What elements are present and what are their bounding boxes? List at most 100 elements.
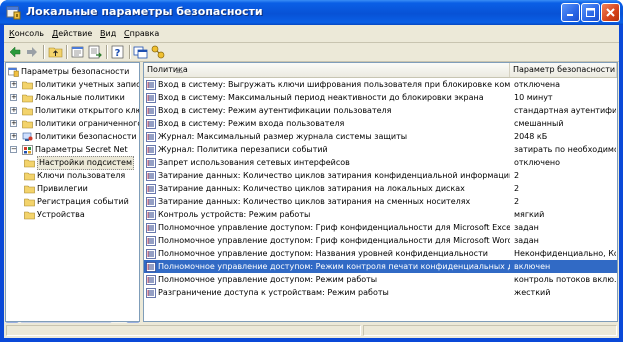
maximize-icon bbox=[586, 8, 595, 17]
column-header-setting[interactable]: Параметр безопасности bbox=[510, 63, 617, 77]
collapse-icon[interactable]: − bbox=[10, 146, 17, 153]
policy-icon bbox=[146, 106, 156, 116]
column-header-policy[interactable]: Политика bbox=[144, 63, 510, 77]
policy-setting-cell: Неконфиденциально, Ко... bbox=[514, 249, 616, 258]
policy-name-cell: Разграничение доступа к устройствам: Реж… bbox=[158, 288, 389, 297]
policy-row[interactable]: Вход в систему: Выгружать ключи шифрован… bbox=[144, 78, 617, 91]
policy-row[interactable]: Полномочное управление доступом: Режим к… bbox=[144, 260, 617, 273]
policy-name-cell: Полномочное управление доступом: Гриф ко… bbox=[158, 223, 510, 232]
policy-name-cell: Затирание данных: Количество циклов зати… bbox=[158, 171, 510, 180]
expand-icon[interactable]: + bbox=[10, 133, 17, 140]
policy-setting-cell: смешанный bbox=[514, 119, 564, 128]
expand-icon[interactable]: + bbox=[10, 107, 17, 114]
properties-icon[interactable] bbox=[70, 44, 86, 60]
policy-row[interactable]: Затирание данных: Количество циклов зати… bbox=[144, 182, 617, 195]
policy-name-cell: Полномочное управление доступом: Режим р… bbox=[158, 275, 378, 284]
policy-setting-cell: 2 bbox=[514, 171, 520, 180]
toolbar-separator bbox=[106, 45, 108, 59]
policy-setting-cell: затирать по необходимо... bbox=[514, 145, 616, 154]
folder-icon bbox=[24, 198, 35, 207]
policy-setting-cell: 2 bbox=[514, 184, 520, 193]
policy-icon bbox=[146, 145, 156, 155]
policy-row[interactable]: Полномочное управление доступом: Гриф ко… bbox=[144, 221, 617, 234]
policy-row[interactable]: Затирание данных: Количество циклов зати… bbox=[144, 195, 617, 208]
close-button[interactable] bbox=[601, 3, 620, 22]
policy-row[interactable]: Контроль устройств: Режим работы мягкий bbox=[144, 208, 617, 221]
policy-row[interactable]: Запрет использования сетевых интерфейсов… bbox=[144, 156, 617, 169]
tree-item-label: Политики учетных записей bbox=[35, 80, 140, 89]
policy-name-cell: Журнал: Политика перезаписи событий bbox=[158, 145, 328, 154]
key-settings-icon[interactable] bbox=[150, 44, 166, 60]
policy-icon bbox=[146, 93, 156, 103]
policy-setting-cell: включен bbox=[514, 262, 551, 271]
close-icon bbox=[606, 8, 615, 17]
policy-row[interactable]: Журнал: Политика перезаписи событий затир… bbox=[144, 143, 617, 156]
tree-item-label: Политики ограниченного использования про… bbox=[35, 119, 140, 128]
console-icon[interactable] bbox=[133, 44, 149, 60]
expand-icon[interactable]: + bbox=[10, 81, 17, 88]
folder-icon bbox=[24, 172, 35, 181]
secret-net-icon bbox=[22, 145, 33, 155]
help-icon[interactable]: ? bbox=[110, 44, 126, 60]
policy-setting-cell: 2 bbox=[514, 197, 520, 206]
up-folder-icon[interactable] bbox=[48, 44, 64, 60]
menu-help[interactable]: Справка bbox=[124, 27, 159, 40]
policy-icon bbox=[146, 197, 156, 207]
security-settings-icon bbox=[8, 67, 19, 77]
folder-icon bbox=[22, 81, 33, 90]
policy-row[interactable]: Полномочное управление доступом: Названи… bbox=[144, 247, 617, 260]
policy-name-cell: Вход в систему: Режим аутентификации пол… bbox=[158, 106, 392, 115]
policy-name-cell: Вход в систему: Максимальный период неак… bbox=[158, 93, 484, 102]
policy-icon bbox=[146, 210, 156, 220]
policy-setting-cell: 2048 кБ bbox=[514, 132, 548, 141]
policy-name-cell: Вход в систему: Режим входа пользователя bbox=[158, 119, 345, 128]
policy-row[interactable]: Затирание данных: Количество циклов зати… bbox=[144, 169, 617, 182]
policy-icon bbox=[146, 223, 156, 233]
policy-row[interactable]: Разграничение доступа к устройствам: Реж… bbox=[144, 286, 617, 299]
policy-name-cell: Вход в систему: Выгружать ключи шифрован… bbox=[158, 80, 510, 89]
policy-list[interactable]: Политика Параметр безопасности Вход в си… bbox=[143, 62, 618, 322]
policy-icon bbox=[146, 249, 156, 259]
tree-root-label: Параметры безопасности bbox=[21, 67, 130, 76]
policy-row[interactable]: Журнал: Максимальный размер журнала сист… bbox=[144, 130, 617, 143]
menu-view[interactable]: Вид bbox=[100, 27, 116, 40]
tree-item-label: Локальные политики bbox=[35, 93, 125, 102]
security-app-icon bbox=[6, 6, 21, 20]
export-list-icon[interactable] bbox=[87, 44, 103, 60]
svg-text:?: ? bbox=[115, 48, 121, 59]
window-body: Консоль Действие Вид Справка ? Параметры… bbox=[4, 25, 619, 338]
folder-icon bbox=[22, 120, 33, 129]
policy-icon bbox=[146, 158, 156, 168]
folder-icon bbox=[24, 211, 35, 220]
policy-setting-cell: 10 минут bbox=[514, 93, 553, 102]
status-bar bbox=[4, 323, 619, 338]
expand-icon[interactable]: + bbox=[10, 94, 17, 101]
policy-row[interactable]: Вход в систему: Режим входа пользователя… bbox=[144, 117, 617, 130]
policy-icon bbox=[146, 262, 156, 272]
ip-security-icon bbox=[22, 132, 33, 141]
policy-setting-cell: задан bbox=[514, 236, 539, 245]
policy-row[interactable]: Вход в систему: Максимальный период неак… bbox=[144, 91, 617, 104]
menu-console[interactable]: Консоль bbox=[9, 27, 44, 40]
forward-icon[interactable] bbox=[24, 44, 40, 60]
expand-icon[interactable]: + bbox=[10, 120, 17, 127]
toolbar-separator bbox=[43, 45, 45, 59]
policy-name-cell: Полномочное управление доступом: Гриф ко… bbox=[158, 236, 510, 245]
policy-row[interactable]: Полномочное управление доступом: Режим р… bbox=[144, 273, 617, 286]
policy-setting-cell: стандартная аутентифи... bbox=[514, 106, 616, 115]
list-header: Политика Параметр безопасности bbox=[144, 63, 617, 78]
policy-name-cell: Затирание данных: Количество циклов зати… bbox=[158, 184, 465, 193]
maximize-button[interactable] bbox=[581, 3, 600, 22]
policy-setting-cell: отключено bbox=[514, 158, 561, 167]
minimize-button[interactable] bbox=[561, 3, 580, 22]
status-cell-secondary bbox=[363, 325, 617, 336]
folder-icon bbox=[22, 107, 33, 116]
tree-pane[interactable]: Параметры безопасности + Политики учетны… bbox=[5, 62, 140, 322]
policy-row[interactable]: Полномочное управление доступом: Гриф ко… bbox=[144, 234, 617, 247]
back-icon[interactable] bbox=[7, 44, 23, 60]
policy-row[interactable]: Вход в систему: Режим аутентификации пол… bbox=[144, 104, 617, 117]
tree-child-label: Устройства bbox=[37, 210, 85, 219]
menu-action[interactable]: Действие bbox=[52, 27, 92, 40]
toolbar-separator bbox=[129, 45, 131, 59]
title-bar[interactable]: Локальные параметры безопасности bbox=[0, 0, 623, 25]
